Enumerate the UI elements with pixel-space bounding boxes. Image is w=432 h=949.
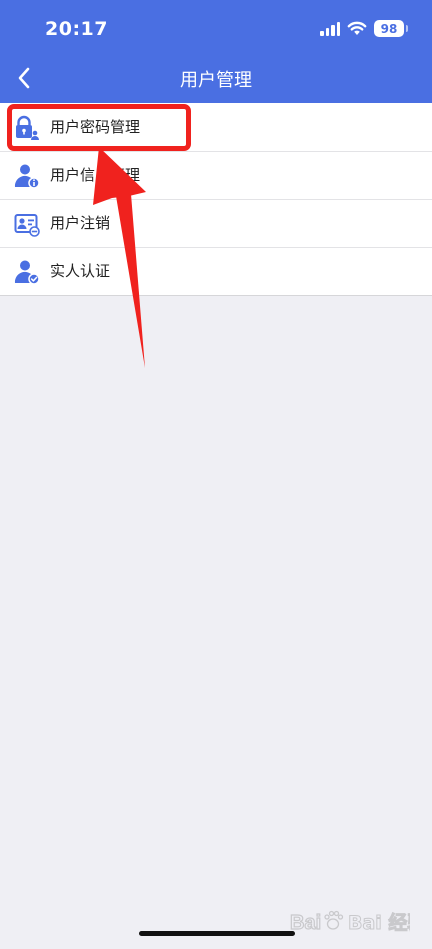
user-verify-icon	[14, 260, 40, 285]
header-bar: 20:17 98 用户管理	[0, 0, 432, 103]
home-indicator	[139, 931, 295, 936]
menu-item-label: 实人认证	[50, 262, 111, 280]
menu-item-label: 用户注销	[50, 214, 111, 232]
status-icons: 98	[320, 20, 408, 37]
user-card-icon	[14, 214, 40, 237]
menu-item-label: 用户信息管理	[50, 166, 141, 184]
svg-text:Bai 经验: Bai 经验	[348, 911, 410, 934]
menu-item-real-name-auth[interactable]: 实人认证	[0, 247, 432, 295]
menu-item-deregister[interactable]: 用户注销	[0, 199, 432, 247]
annotation-highlight-box	[7, 104, 191, 151]
user-info-icon	[14, 164, 40, 189]
screen: 20:17 98 用户管理 用户密码管理 用户信息管理 用户注销 实人认证 Ba…	[0, 0, 432, 949]
menu-item-user-info[interactable]: 用户信息管理	[0, 151, 432, 199]
status-time: 20:17	[45, 18, 108, 40]
wifi-icon	[347, 21, 367, 35]
cellular-signal-icon	[320, 21, 340, 36]
svg-text:Bai: Bai	[290, 912, 321, 934]
battery-icon: 98	[374, 20, 408, 37]
baidu-paw-logo: Bai Bai 经验	[290, 911, 410, 935]
baidu-jingyan-watermark: Bai Bai 经验	[290, 909, 410, 935]
page-title: 用户管理	[180, 70, 252, 91]
